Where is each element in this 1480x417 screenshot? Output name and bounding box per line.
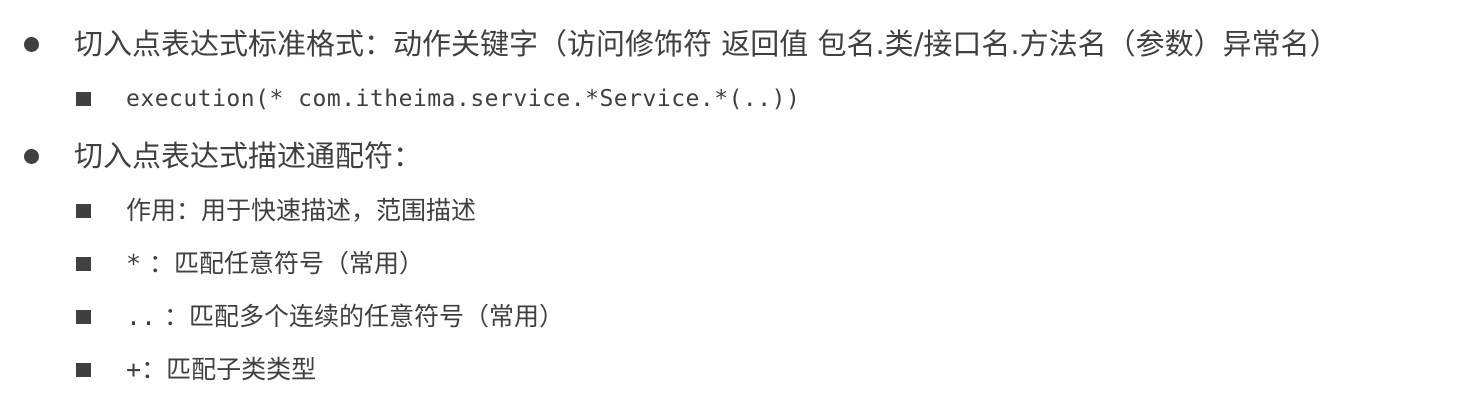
- round-bullet-icon: [24, 37, 39, 52]
- sub-item-text: ：匹配任意符号（常用）: [141, 249, 425, 278]
- sub-item-execution-example: execution(* com.itheima.service.*Service…: [0, 82, 1480, 116]
- sub-item-content: +：匹配子类类型: [126, 353, 316, 387]
- square-bullet-icon: [76, 363, 91, 377]
- sub-item-text: ：匹配多个连续的任意符号（常用）: [156, 302, 565, 331]
- sub-item-star-wildcard: * ：匹配任意符号（常用）: [0, 247, 1480, 281]
- bullet-text: 切入点表达式标准格式：动作关键字（访问修饰符 返回值 包名.类/接口名.方法名（…: [74, 27, 1339, 61]
- sub-item-text: ：匹配子类类型: [141, 355, 317, 384]
- wildcard-symbol: *: [126, 249, 142, 278]
- bullet-text: 切入点表达式描述通配符：: [74, 139, 423, 173]
- sub-item-purpose: 作用：用于快速描述，范围描述: [0, 194, 1480, 228]
- sub-item-text: 作用：用于快速描述，范围描述: [126, 196, 477, 225]
- bullet-item-standard-format: 切入点表达式标准格式：动作关键字（访问修饰符 返回值 包名.类/接口名.方法名（…: [0, 24, 1480, 64]
- sub-item-dotdot-wildcard: .. ：匹配多个连续的任意符号（常用）: [0, 300, 1480, 334]
- square-bullet-icon: [76, 92, 91, 106]
- sub-item-plus-wildcard: +：匹配子类类型: [0, 353, 1480, 387]
- sub-item-content: * ：匹配任意符号（常用）: [126, 247, 424, 281]
- wildcard-symbol: ..: [126, 302, 157, 331]
- round-bullet-icon: [24, 149, 39, 164]
- square-bullet-icon: [76, 310, 91, 324]
- sub-item-content: .. ：匹配多个连续的任意符号（常用）: [126, 300, 564, 334]
- code-example: execution(* com.itheima.service.*Service…: [126, 86, 801, 112]
- bullet-item-wildcards: 切入点表达式描述通配符：: [0, 136, 1480, 176]
- wildcard-symbol: +: [126, 355, 142, 384]
- square-bullet-icon: [76, 204, 91, 218]
- square-bullet-icon: [76, 257, 91, 271]
